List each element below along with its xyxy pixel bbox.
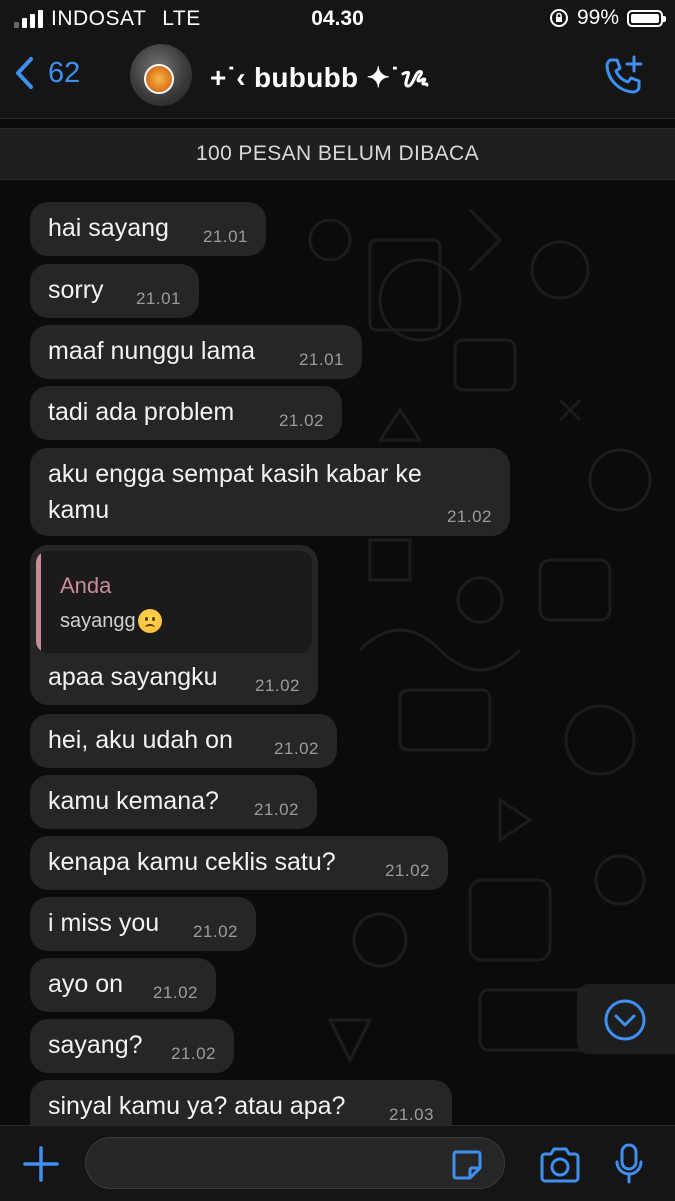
worried-face-icon [137,609,162,633]
plus-icon [23,1146,59,1182]
scroll-to-bottom-button[interactable] [577,984,675,1054]
message-time: 21.02 [170,1044,216,1063]
unread-banner: 100 PESAN BELUM DIBACA [0,128,675,180]
message-bubble[interactable]: ayo on 21.02 [30,958,216,1012]
message-bubble[interactable]: aku engga sempat kasih kabar ke kamu 21.… [30,448,510,536]
status-right: 99% [549,6,666,30]
add-call-button[interactable] [601,54,645,103]
message-text: hai sayang [48,214,169,242]
quoted-message[interactable]: Anda sayangg [36,551,312,653]
microphone-button[interactable] [614,1142,644,1191]
sticker-icon [452,1150,482,1180]
message-time: 21.02 [192,922,238,941]
message-bubble[interactable]: sorry 21.01 [30,264,199,318]
message-bubble[interactable]: maaf nunggu lama 21.01 [30,325,362,379]
unread-chats-count: 62 [48,56,81,89]
message-time: 21.01 [202,227,248,246]
contact-name[interactable]: +˙‹ bububb ✦˙ᝰ [210,58,430,96]
message-bubble[interactable]: i miss you 21.02 [30,897,256,951]
attach-button[interactable] [22,1145,60,1188]
message-time: 21.02 [384,861,430,880]
message-bubble[interactable]: sayang? 21.02 [30,1019,234,1073]
avatar-sticker [144,64,174,94]
orientation-lock-icon [549,9,568,27]
message-text: sinyal kamu ya? atau apa? [48,1092,346,1120]
message-text: apaa sayangku [48,663,218,691]
message-bubble[interactable]: sinyal kamu ya? atau apa? 21.03 [30,1080,452,1125]
message-time: 21.02 [273,739,319,758]
message-text: kamu kemana? [48,787,219,815]
quote-text-row: sayangg [60,609,162,633]
chat-header: 62 +˙‹ bububb ✦˙ᝰ [0,38,675,119]
reply-message-bubble[interactable]: Anda sayangg apaa sayangku 21.02 [30,545,318,705]
battery-icon [627,9,666,27]
battery-fill [631,13,659,23]
message-text: kenapa kamu ceklis satu? [48,848,336,876]
battery-percent: 99% [576,6,619,29]
message-bubble[interactable]: kenapa kamu ceklis satu? 21.02 [30,836,448,890]
quote-bar [36,551,41,653]
message-text: ayo on [48,970,124,998]
chevron-left-icon [16,57,33,89]
message-text: tadi ada problem [48,398,235,426]
message-bubble[interactable]: tadi ada problem 21.02 [30,386,342,440]
microphone-icon [615,1143,643,1184]
message-time: 21.02 [254,676,300,695]
status-bar: INDOSAT LTE 04.30 99% [0,0,675,38]
sticker-button[interactable] [450,1148,484,1187]
message-text: maaf nunggu lama [48,337,256,365]
message-time: 21.02 [446,507,492,526]
contact-avatar[interactable] [130,44,192,106]
message-input[interactable] [85,1137,505,1189]
message-bubble[interactable]: kamu kemana? 21.02 [30,775,317,829]
message-bubble[interactable]: hai sayang 21.01 [30,202,266,256]
message-time: 21.02 [253,800,299,819]
camera-button[interactable] [538,1145,582,1190]
camera-icon [540,1147,580,1183]
message-text: sayang? [48,1031,143,1059]
chat-area[interactable]: hai sayang 21.01 sorry 21.01 maaf nunggu… [0,180,675,1125]
message-text: sorry [48,276,104,304]
chevron-down-circle-icon [604,999,646,1041]
message-bubble[interactable]: hei, aku udah on 21.02 [30,714,337,768]
message-time: 21.02 [152,983,198,1002]
message-time: 21.02 [278,411,324,430]
message-time: 21.01 [135,289,181,308]
quote-text: sayangg [60,609,136,632]
message-time: 21.03 [388,1105,434,1124]
compose-bar [0,1125,675,1201]
phone-plus-icon [605,55,643,94]
message-time: 21.01 [298,350,344,369]
quote-author: Anda [60,573,112,598]
message-text: i miss you [48,909,160,937]
back-button[interactable]: 62 [14,56,80,90]
message-text: aku engga sempat kasih kabar ke kamu [48,460,422,524]
message-text: hei, aku udah on [48,726,233,754]
